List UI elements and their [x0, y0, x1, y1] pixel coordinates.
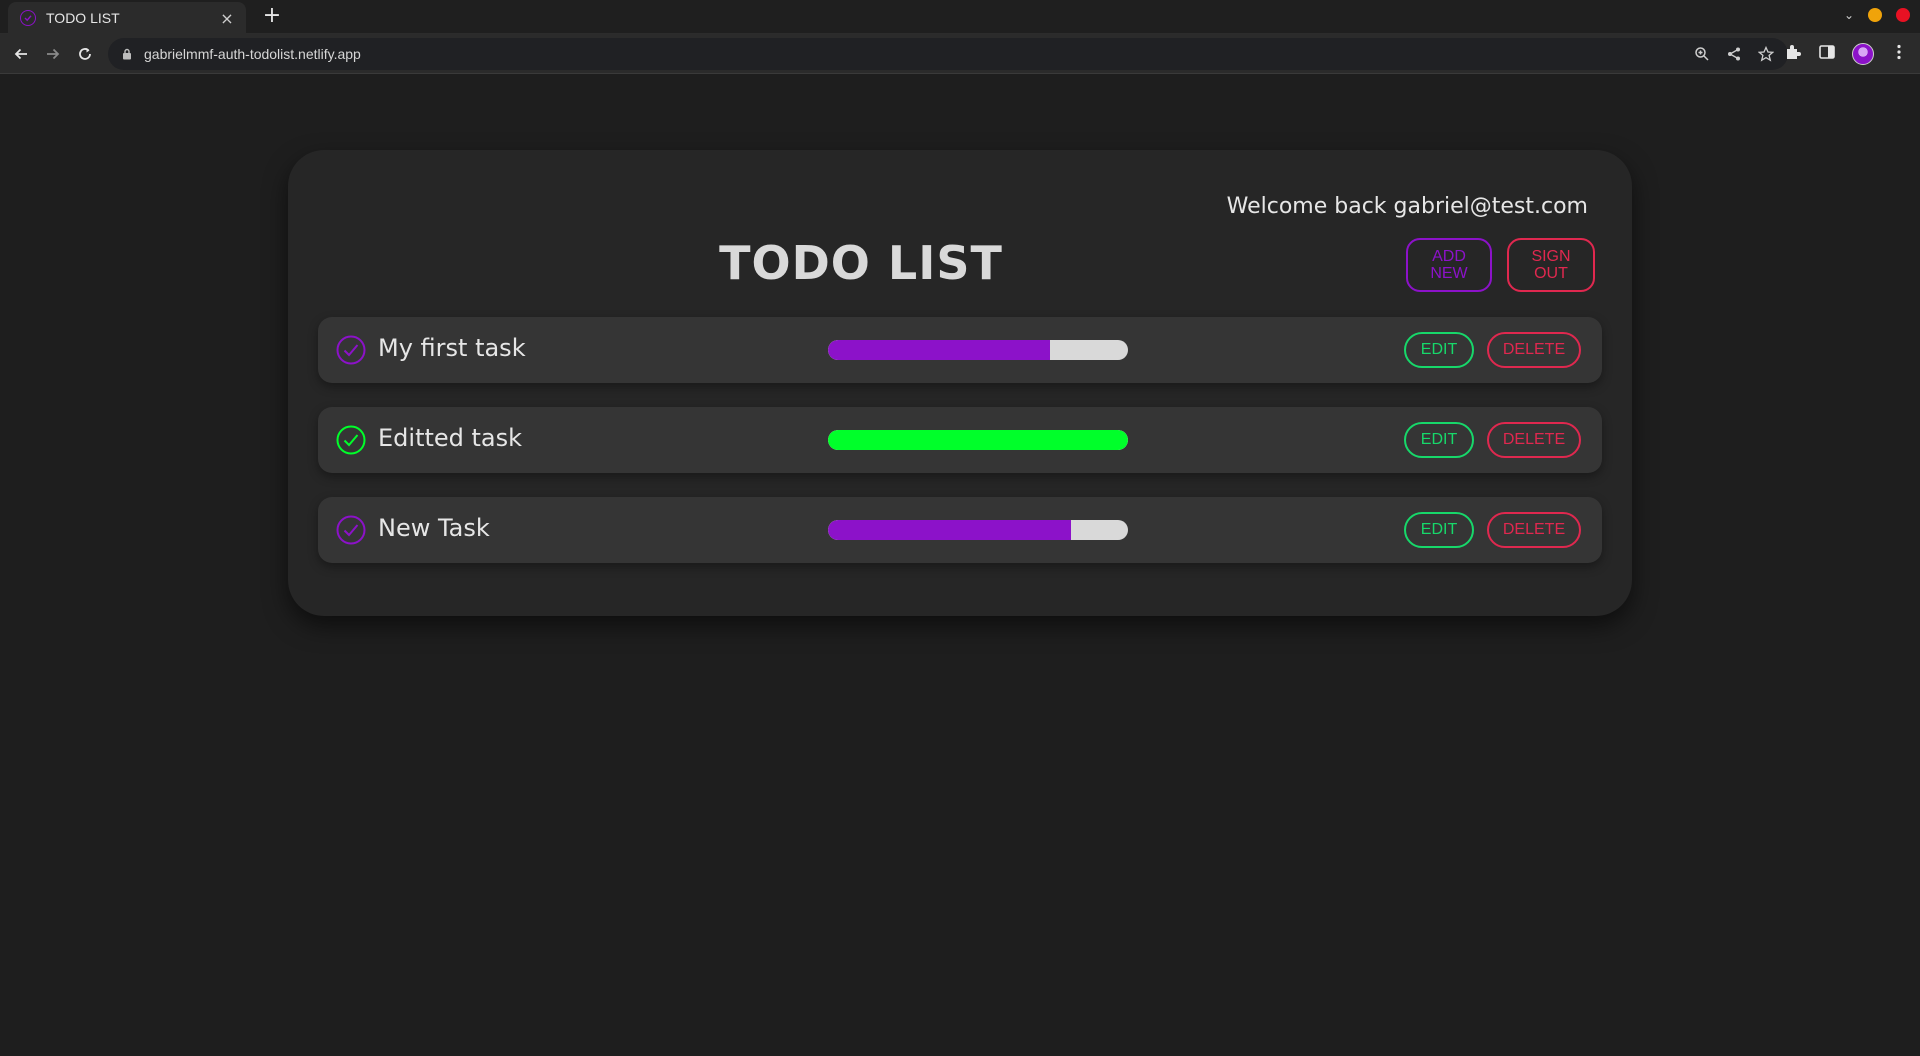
task-row: My first task EDIT DELETE	[318, 317, 1602, 383]
page-title: TODO LIST	[719, 236, 1003, 290]
url-text: gabrielmmf-auth-todolist.netlify.app	[144, 46, 361, 62]
task-progress-fill	[828, 340, 1050, 360]
add-new-label: ADD NEW	[1430, 248, 1468, 282]
share-icon[interactable]	[1726, 46, 1742, 66]
task-title: New Task	[378, 514, 490, 542]
sidepanel-icon[interactable]	[1818, 43, 1836, 65]
task-progress-bar	[828, 520, 1128, 540]
menu-icon[interactable]	[1890, 43, 1908, 65]
task-progress-bar	[828, 430, 1128, 450]
lock-icon[interactable]	[122, 45, 132, 64]
check-circle-icon[interactable]	[336, 335, 366, 365]
edit-button[interactable]: EDIT	[1404, 422, 1474, 458]
task-progress-fill	[828, 430, 1128, 450]
minimize-button[interactable]	[1868, 8, 1882, 22]
task-row: Editted task EDIT DELETE	[318, 407, 1602, 473]
zoom-icon[interactable]	[1694, 46, 1710, 66]
address-bar[interactable]: gabrielmmf-auth-todolist.netlify.app	[108, 38, 1788, 70]
tab-close-icon[interactable]: ×	[218, 9, 236, 28]
tab-title: TODO LIST	[46, 10, 120, 26]
check-circle-icon[interactable]	[336, 515, 366, 545]
task-row: New Task EDIT DELETE	[318, 497, 1602, 563]
sign-out-button[interactable]: SIGN OUT	[1507, 238, 1595, 292]
task-progress-fill	[828, 520, 1071, 540]
task-progress-bar	[828, 340, 1128, 360]
forward-icon[interactable]	[42, 43, 64, 65]
add-new-button[interactable]: ADD NEW	[1406, 238, 1492, 292]
reload-icon[interactable]	[74, 43, 96, 65]
welcome-text: Welcome back gabriel@test.com	[1226, 194, 1588, 219]
task-title: Editted task	[378, 424, 523, 452]
extensions-icon[interactable]	[1784, 43, 1802, 65]
delete-button[interactable]: DELETE	[1487, 512, 1581, 548]
edit-button[interactable]: EDIT	[1404, 332, 1474, 368]
delete-button[interactable]: DELETE	[1487, 332, 1581, 368]
favicon-check-icon	[20, 10, 36, 26]
check-circle-icon[interactable]	[336, 425, 366, 455]
browser-tab[interactable]: TODO LIST ×	[8, 2, 246, 34]
new-tab-button[interactable]: +	[260, 5, 284, 29]
avatar[interactable]	[1852, 43, 1874, 65]
close-window-button[interactable]	[1896, 8, 1910, 22]
task-title: My first task	[378, 334, 526, 362]
tab-search-chevron-icon[interactable]: ⌄	[1844, 8, 1854, 22]
todo-card: Welcome back gabriel@test.com TODO LIST …	[288, 150, 1632, 616]
browser-tabbar: TODO LIST × + ⌄	[0, 0, 1920, 34]
sign-out-label: SIGN OUT	[1531, 248, 1571, 282]
back-icon[interactable]	[10, 43, 32, 65]
star-icon[interactable]	[1757, 45, 1775, 66]
window-controls: ⌄	[1844, 8, 1910, 22]
delete-button[interactable]: DELETE	[1487, 422, 1581, 458]
edit-button[interactable]: EDIT	[1404, 512, 1474, 548]
browser-toolbar: gabrielmmf-auth-todolist.netlify.app	[0, 34, 1920, 74]
